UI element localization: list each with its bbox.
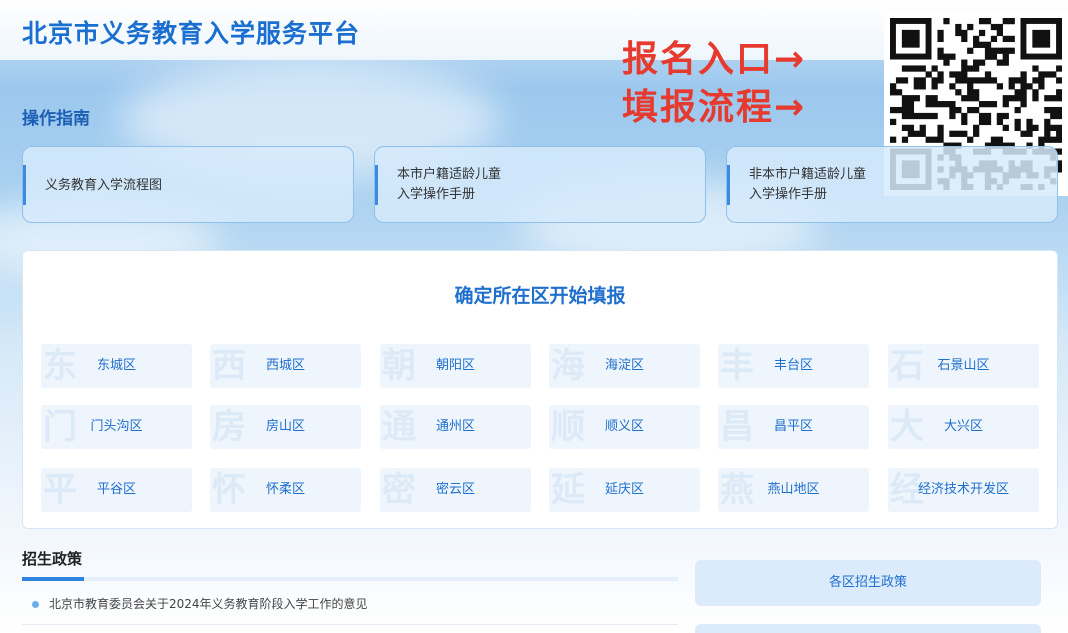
guide-card-label: 本市户籍适龄儿童 入学操作手册 — [397, 165, 501, 205]
guide-title: 操作指南 — [22, 109, 90, 129]
bullet-icon — [32, 601, 39, 608]
guide-card-line2: 入学操作手册 — [397, 187, 476, 202]
card-accent-bar — [23, 165, 26, 205]
district-button[interactable]: 燕燕山地区 — [718, 468, 869, 512]
district-label: 通州区 — [435, 419, 475, 434]
district-button[interactable]: 东东城区 — [41, 344, 192, 388]
district-button[interactable]: 密密云区 — [380, 468, 531, 512]
district-button[interactable]: 朝朝阳区 — [380, 344, 531, 388]
side-button-secondary[interactable] — [695, 624, 1041, 633]
card-accent-bar — [375, 165, 378, 205]
promo-fill-process: 填报流程→ — [622, 87, 807, 128]
district-label: 大兴区 — [943, 419, 983, 434]
district-button[interactable]: 经经济技术开发区 — [888, 468, 1039, 512]
policy-tab-active-indicator — [22, 577, 84, 581]
district-button[interactable]: 房房山区 — [210, 405, 361, 449]
policy-tab-underline — [22, 577, 678, 581]
district-policy-button[interactable]: 各区招生政策 — [695, 560, 1041, 606]
guide-card-label: 非本市户籍适龄儿童 入学操作手册 — [749, 165, 866, 205]
district-button[interactable]: 通通州区 — [380, 405, 531, 449]
district-label: 昌平区 — [773, 419, 813, 434]
guide-card-line1: 本市户籍适龄儿童 — [397, 167, 502, 182]
promo-overlay: 报名入口→ 填报流程→ — [622, 36, 806, 132]
district-panel: 确定所在区开始填报 东东城区西西城区朝朝阳区海海淀区丰丰台区石石景山区门门头沟区… — [22, 250, 1058, 529]
district-label: 房山区 — [265, 419, 305, 434]
district-button[interactable]: 平平谷区 — [41, 468, 192, 512]
district-button[interactable]: 石石景山区 — [888, 344, 1039, 388]
site-title[interactable]: 北京市义务教育入学服务平台 — [22, 14, 360, 50]
district-label: 顺义区 — [604, 419, 644, 434]
district-label: 石景山区 — [937, 358, 990, 373]
district-label: 门头沟区 — [90, 419, 143, 434]
news-divider — [22, 624, 678, 625]
district-button[interactable]: 海海淀区 — [549, 344, 700, 388]
district-button[interactable]: 延延庆区 — [549, 468, 700, 512]
card-accent-bar — [727, 165, 730, 205]
guide-card-label: 义务教育入学流程图 — [45, 178, 163, 193]
district-button[interactable]: 西西城区 — [210, 344, 361, 388]
district-label: 朝阳区 — [435, 358, 475, 373]
guide-card-local-manual[interactable]: 本市户籍适龄儿童 入学操作手册 — [374, 146, 706, 223]
district-label: 海淀区 — [604, 358, 644, 373]
guide-card-line1: 非本市户籍适龄儿童 — [749, 167, 867, 182]
district-button[interactable]: 门门头沟区 — [41, 405, 192, 449]
district-label: 怀柔区 — [265, 482, 305, 497]
news-item-title: 北京市教育委员会关于2024年义务教育阶段入学工作的意见 — [49, 597, 368, 611]
guide-card-flowchart[interactable]: 义务教育入学流程图 — [22, 146, 354, 223]
guide-card-line2: 入学操作手册 — [749, 187, 828, 202]
policy-section-title: 招生政策 — [22, 550, 83, 568]
district-button[interactable]: 怀怀柔区 — [210, 468, 361, 512]
district-label: 东城区 — [96, 358, 136, 373]
district-button[interactable]: 昌昌平区 — [718, 405, 869, 449]
guide-card-nonlocal-manual[interactable]: 非本市户籍适龄儿童 入学操作手册 — [726, 146, 1058, 223]
district-label: 经济技术开发区 — [917, 482, 1009, 497]
district-label: 平谷区 — [96, 482, 136, 497]
district-button[interactable]: 大大兴区 — [888, 405, 1039, 449]
district-label: 密云区 — [435, 482, 475, 497]
district-button[interactable]: 丰丰台区 — [718, 344, 869, 388]
district-panel-title: 确定所在区开始填报 — [454, 285, 626, 307]
district-label: 丰台区 — [773, 358, 813, 373]
promo-register-entry: 报名入口→ — [622, 39, 807, 80]
news-list-item[interactable]: 北京市教育委员会关于2024年义务教育阶段入学工作的意见 — [32, 595, 368, 612]
district-label: 西城区 — [265, 358, 305, 373]
district-label: 延庆区 — [604, 482, 644, 497]
district-label: 燕山地区 — [767, 482, 820, 497]
district-button[interactable]: 顺顺义区 — [549, 405, 700, 449]
